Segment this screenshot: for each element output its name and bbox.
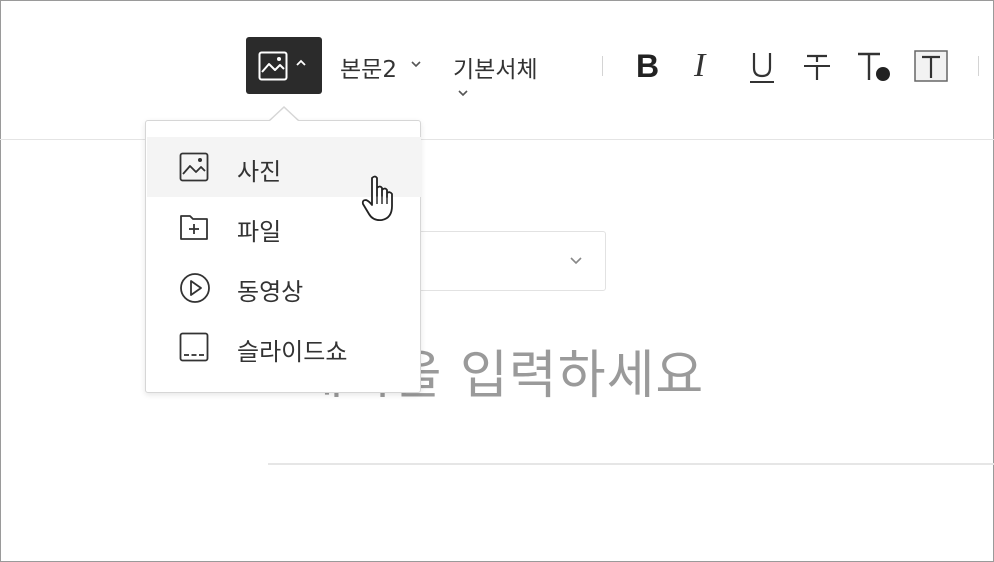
- toolbar-divider: [978, 56, 979, 76]
- chevron-down-icon[interactable]: [410, 59, 422, 69]
- menu-item-slideshow[interactable]: 슬라이드쇼: [147, 317, 421, 377]
- chevron-down-icon: [570, 257, 582, 265]
- paragraph-style-select[interactable]: 본문2: [340, 50, 397, 84]
- chevron-up-icon: [296, 59, 306, 66]
- underline-icon[interactable]: [748, 48, 776, 84]
- menu-item-label: 슬라이드쇼: [237, 338, 348, 366]
- italic-button[interactable]: I: [694, 48, 718, 84]
- hand-cursor-icon: [361, 175, 393, 222]
- insert-media-menu: 사진 파일 동영상 슬라이드쇼: [145, 120, 421, 393]
- chevron-down-icon[interactable]: [457, 88, 469, 98]
- category-select[interactable]: [392, 231, 606, 291]
- menu-caret-fill: [270, 108, 298, 121]
- bold-button[interactable]: B: [636, 48, 664, 84]
- folder-plus-icon: [180, 215, 208, 240]
- text-color-icon[interactable]: [855, 48, 893, 84]
- insert-media-button[interactable]: [246, 37, 322, 94]
- play-circle-icon: [180, 273, 210, 303]
- image-icon: [179, 152, 209, 182]
- editor-toolbar: 본문2 기본서체 B I: [0, 0, 994, 140]
- font-family-select[interactable]: 기본서체: [453, 50, 538, 84]
- title-divider: [268, 463, 994, 465]
- toolbar-divider: [602, 56, 603, 76]
- slideshow-icon: [179, 332, 209, 362]
- text-background-icon[interactable]: [914, 48, 948, 84]
- menu-item-label: 사진: [237, 158, 282, 186]
- menu-item-video[interactable]: 동영상: [147, 257, 421, 317]
- menu-item-label: 동영상: [237, 278, 304, 306]
- menu-item-label: 파일: [237, 218, 282, 246]
- strikethrough-icon[interactable]: [802, 48, 832, 84]
- image-icon: [258, 51, 288, 81]
